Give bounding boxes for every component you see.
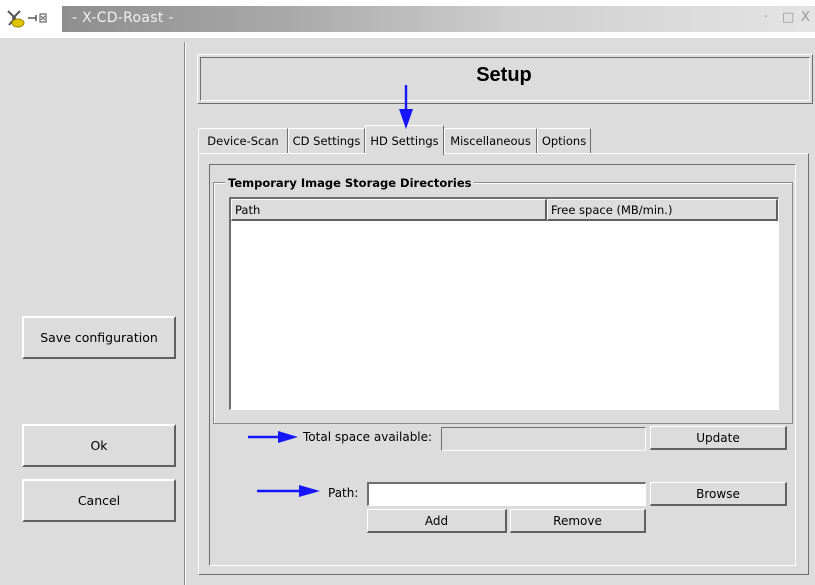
cancel-button[interactable]: Cancel [22,479,176,522]
path-input[interactable] [367,482,646,506]
column-header-free-space[interactable]: Free space (MB/min.) [547,199,778,221]
update-button[interactable]: Update [650,426,787,450]
annotation-arrow-down [396,85,416,129]
column-header-path[interactable]: Path [231,199,547,221]
title-bar[interactable]: - X-CD-Roast - · □ X [0,0,815,38]
total-space-label: Total space available: [303,430,433,444]
panel-divider [184,42,186,585]
storage-group-label: Temporary Image Storage Directories [225,176,475,190]
tab-options[interactable]: Options [537,128,591,153]
tab-miscellaneous[interactable]: Miscellaneous [444,128,537,153]
app-logo-icon [6,8,58,30]
tab-hd-settings[interactable]: HD Settings [365,125,444,155]
window-title: - X-CD-Roast - [72,10,174,26]
page-title: Setup [476,64,532,86]
save-configuration-button[interactable]: Save configuration [22,316,176,359]
ok-button[interactable]: Ok [22,424,176,467]
annotation-arrow-total-space [248,430,298,444]
tab-cd-settings[interactable]: CD Settings [288,128,365,153]
browse-button[interactable]: Browse [650,482,787,506]
maximize-icon[interactable]: □ [782,10,794,25]
add-button[interactable]: Add [367,509,507,533]
remove-button[interactable]: Remove [510,509,646,533]
title-bar-gradient [62,6,815,32]
setup-header: Setup [197,54,813,104]
path-label: Path: [328,486,359,500]
close-icon[interactable]: X [801,10,810,25]
directory-list[interactable]: Path Free space (MB/min.) [229,197,779,410]
total-space-field [441,427,646,451]
tab-device-scan[interactable]: Device-Scan [198,128,288,153]
annotation-arrow-path [257,484,320,498]
minimize-icon[interactable]: · [764,10,768,25]
